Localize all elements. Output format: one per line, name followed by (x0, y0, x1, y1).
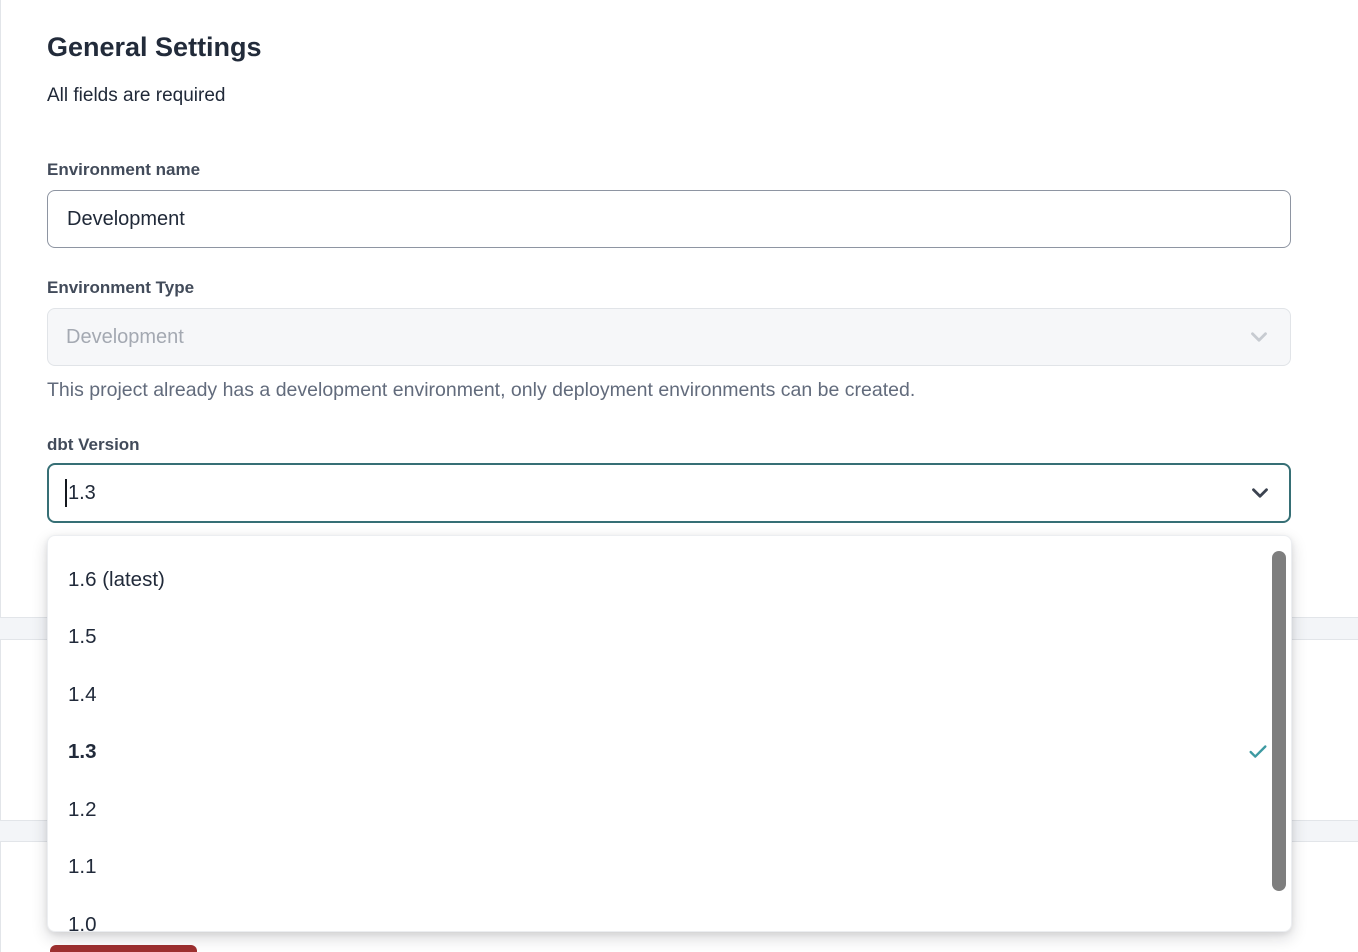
environment-type-helper: This project already has a development e… (47, 378, 1147, 403)
version-option[interactable]: 1.2 (48, 781, 1291, 839)
environment-name-label: Environment name (47, 159, 200, 180)
environment-type-label: Environment Type (47, 277, 194, 298)
settings-page: General Settings All fields are required… (0, 0, 1358, 952)
chevron-down-icon (1247, 480, 1273, 506)
version-option[interactable]: 1.0 (48, 896, 1291, 932)
dbt-version-label: dbt Version (47, 434, 140, 455)
version-option[interactable]: 1.6 (latest) (48, 551, 1291, 609)
option-label: 1.5 (68, 625, 97, 649)
text-cursor (65, 479, 67, 507)
environment-type-value: Development (66, 326, 184, 349)
option-label: 1.1 (68, 855, 97, 879)
environment-name-value: Development (67, 208, 185, 231)
danger-button[interactable] (50, 945, 197, 952)
option-label: 1.6 (latest) (68, 568, 165, 592)
option-label: 1.0 (68, 913, 97, 932)
environment-type-select[interactable]: Development (47, 308, 1291, 366)
option-label: 1.4 (68, 683, 97, 707)
page-title: General Settings (47, 31, 262, 63)
version-option[interactable]: 1.5 (48, 609, 1291, 667)
dbt-version-combobox[interactable]: 1.3 (47, 463, 1291, 523)
version-option[interactable]: 1.4 (48, 666, 1291, 724)
version-option[interactable]: 1.1 (48, 839, 1291, 897)
option-label: 1.2 (68, 798, 97, 822)
check-icon (1247, 741, 1269, 763)
chevron-down-icon (1246, 324, 1272, 350)
dbt-version-listbox: 1.6 (latest) 1.5 1.4 1.3 1.2 1.1 1.0 (47, 535, 1292, 932)
page-subtitle: All fields are required (47, 84, 225, 108)
dbt-version-value: 1.3 (68, 482, 96, 505)
listbox-scrollbar[interactable] (1272, 551, 1286, 891)
environment-name-input[interactable]: Development (47, 190, 1291, 248)
option-label: 1.3 (68, 740, 97, 764)
version-option-selected[interactable]: 1.3 (48, 724, 1291, 782)
